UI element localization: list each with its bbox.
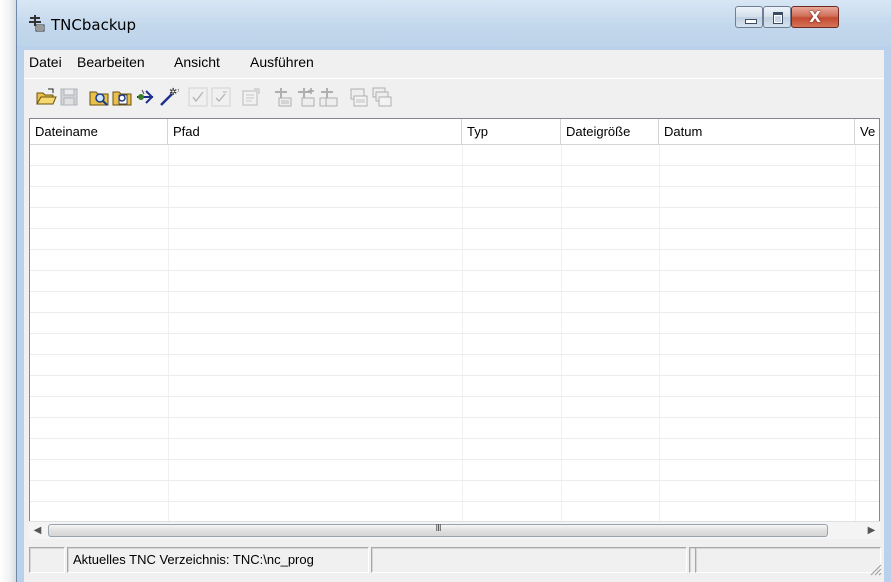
file-list[interactable]: Dateiname Pfad Typ Dateigröße Datum Ve xyxy=(29,118,880,539)
empty-row xyxy=(30,292,879,313)
minimize-button[interactable] xyxy=(735,6,763,28)
check-icon xyxy=(188,87,208,107)
check-partial-icon xyxy=(211,87,231,107)
connect-button[interactable] xyxy=(134,86,156,108)
column-datum[interactable]: Datum xyxy=(659,119,855,144)
empty-row xyxy=(30,502,879,523)
search-folder-icon xyxy=(89,91,109,106)
empty-row xyxy=(30,166,879,187)
menu-bearbeiten[interactable]: Bearbeiten xyxy=(77,54,145,70)
window-title: TNCbackup xyxy=(51,16,137,34)
tnc-transfer-icon xyxy=(275,88,292,107)
menu-ansicht[interactable]: Ansicht xyxy=(174,54,220,70)
maximize-button[interactable] xyxy=(763,6,791,28)
menu-ausfuehren[interactable]: Ausführen xyxy=(250,54,314,70)
empty-row xyxy=(30,250,879,271)
properties-icon xyxy=(242,88,260,106)
empty-row xyxy=(30,481,879,502)
connect-icon xyxy=(137,89,154,104)
pc-copy-icon xyxy=(350,88,368,107)
status-bar: Aktuelles TNC Verzeichnis: TNC:\nc_prog xyxy=(24,542,884,582)
scroll-grip: III xyxy=(435,523,441,534)
column-version[interactable]: Ve xyxy=(855,119,879,144)
save-button[interactable] xyxy=(58,86,80,108)
empty-row xyxy=(30,229,879,250)
wizard-button[interactable]: ✲* xyxy=(157,86,182,108)
title-bar[interactable]: TNCbackup X xyxy=(17,0,891,46)
resize-grip-icon[interactable] xyxy=(868,562,882,576)
network-transfer-icon xyxy=(27,14,45,32)
svg-text:✲*: ✲* xyxy=(169,87,179,98)
save-icon xyxy=(60,88,78,106)
pc-copy-multi-button[interactable] xyxy=(371,86,393,108)
scroll-thumb[interactable]: III xyxy=(48,523,828,537)
menu-datei[interactable]: Datei xyxy=(29,54,62,70)
status-panel-3 xyxy=(371,547,687,573)
empty-row xyxy=(30,439,879,460)
open-folder-icon xyxy=(36,88,57,105)
app-window: TNCbackup X Datei Bearbeiten Ansicht Aus… xyxy=(16,0,891,582)
toolbar: ✲* xyxy=(24,78,884,115)
status-panel-5 xyxy=(695,547,881,573)
tnc-remove-button[interactable] xyxy=(317,86,339,108)
search-folder-button[interactable] xyxy=(88,86,110,108)
empty-row xyxy=(30,460,879,481)
tnc-add-button[interactable] xyxy=(294,86,316,108)
pc-copy-button[interactable] xyxy=(348,86,370,108)
tnc-remove-icon xyxy=(319,88,338,107)
empty-row xyxy=(30,313,879,334)
list-header: Dateiname Pfad Typ Dateigröße Datum Ve xyxy=(30,119,879,145)
desktop-edge xyxy=(0,0,16,582)
empty-row xyxy=(30,187,879,208)
check-button[interactable] xyxy=(187,86,209,108)
status-current-directory: Aktuelles TNC Verzeichnis: TNC:\nc_prog xyxy=(67,547,369,573)
empty-row xyxy=(30,271,879,292)
column-pfad[interactable]: Pfad xyxy=(168,119,462,144)
empty-row xyxy=(30,397,879,418)
tnc-transfer-button[interactable] xyxy=(271,86,293,108)
scroll-right-arrow[interactable]: ▶ xyxy=(863,522,880,539)
wizard-icon: ✲* xyxy=(160,87,182,106)
search-file-button[interactable] xyxy=(111,86,133,108)
empty-row xyxy=(30,355,879,376)
check-partial-button[interactable] xyxy=(210,86,232,108)
empty-row xyxy=(30,145,879,166)
column-dateigroesse[interactable]: Dateigröße xyxy=(561,119,659,144)
empty-row xyxy=(30,334,879,355)
empty-row xyxy=(30,208,879,229)
pc-copy-multi-icon xyxy=(372,87,392,107)
properties-button[interactable] xyxy=(240,86,262,108)
empty-row xyxy=(30,418,879,439)
open-folder-button[interactable] xyxy=(35,86,57,108)
horizontal-scrollbar[interactable]: ◀ III ▶ xyxy=(29,521,880,539)
menu-bar: Datei Bearbeiten Ansicht Ausführen xyxy=(24,50,884,74)
column-dateiname[interactable]: Dateiname xyxy=(30,119,168,144)
close-icon: X xyxy=(809,8,821,26)
client-area: Datei Bearbeiten Ansicht Ausführen ✲* xyxy=(24,50,884,582)
tnc-add-icon xyxy=(298,88,315,107)
scroll-left-arrow[interactable]: ◀ xyxy=(29,522,46,539)
empty-row xyxy=(30,376,879,397)
close-button[interactable]: X xyxy=(791,6,839,28)
status-panel-1 xyxy=(29,547,65,573)
search-file-icon xyxy=(112,91,132,106)
column-typ[interactable]: Typ xyxy=(462,119,561,144)
